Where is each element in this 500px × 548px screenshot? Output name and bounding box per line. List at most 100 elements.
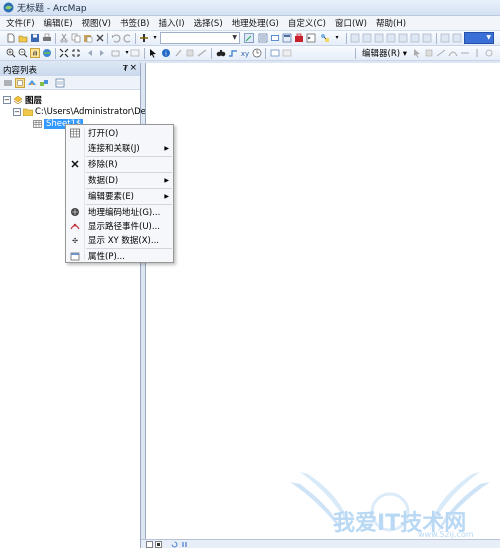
collapse-icon[interactable]: − (3, 95, 11, 104)
menu-edit[interactable]: 编辑(E) (44, 17, 73, 29)
layout-pan-icon[interactable] (410, 33, 420, 43)
open-folder-icon[interactable] (18, 33, 28, 43)
editor-toolbar-icon[interactable] (244, 33, 254, 43)
arctoolbox-icon[interactable] (294, 33, 304, 43)
menu-selection[interactable]: 选择(S) (194, 17, 223, 29)
pan-hand-icon[interactable] (30, 48, 40, 58)
print-icon[interactable] (42, 33, 52, 43)
identify-icon[interactable]: i (161, 48, 171, 58)
select-elements-icon[interactable] (148, 48, 158, 58)
layout-zoom-icon[interactable] (422, 33, 432, 43)
menu-windows[interactable]: 窗口(W) (335, 17, 367, 29)
list-by-visibility-icon[interactable] (27, 78, 37, 88)
clear-selection-icon[interactable] (130, 48, 140, 58)
zoom-out-icon[interactable] (18, 48, 28, 58)
back-extent-icon[interactable] (85, 48, 95, 58)
data-view-icon[interactable] (386, 33, 396, 43)
toc-options-icon[interactable] (55, 78, 65, 88)
create-viewer-icon[interactable] (270, 48, 280, 58)
trace-icon[interactable] (460, 48, 470, 58)
refresh-view-icon[interactable] (171, 541, 178, 548)
chevron-down-icon[interactable]: ▾ (332, 33, 342, 43)
map-scale-combo[interactable]: ▼ (160, 32, 240, 44)
select-by-rect-icon[interactable] (111, 48, 121, 58)
list-by-selection-icon[interactable] (39, 78, 49, 88)
menu-item-data[interactable]: 数据(D) ▶ (66, 173, 173, 187)
redo-icon[interactable] (123, 33, 133, 43)
end-point-arc-icon[interactable] (448, 48, 458, 58)
remove-icon (71, 160, 79, 168)
table-of-contents-icon[interactable] (258, 33, 268, 43)
menu-item-joins-relates[interactable]: 连接和关联(J) ▶ (66, 141, 173, 155)
pause-drawing-icon[interactable] (181, 541, 188, 548)
new-document-icon[interactable] (6, 33, 16, 43)
zoom-in-icon[interactable] (6, 48, 16, 58)
copy-icon[interactable] (71, 33, 81, 43)
submenu-arrow-icon: ▶ (164, 176, 169, 184)
forward-extent-icon[interactable] (97, 48, 107, 58)
time-slider-icon[interactable] (252, 48, 262, 58)
pin-icon[interactable]: ₮ (123, 64, 128, 73)
search-window-icon[interactable] (282, 33, 292, 43)
collapse-icon[interactable]: − (13, 107, 21, 116)
menu-item-properties[interactable]: 属性(P)... (66, 249, 173, 263)
zoom-in-fixed-icon[interactable] (350, 33, 360, 43)
add-data-icon[interactable] (139, 33, 149, 43)
menu-file[interactable]: 文件(F) (6, 17, 35, 29)
hyperlink-icon[interactable] (173, 48, 183, 58)
draw-icon[interactable] (440, 33, 450, 43)
list-by-drawing-order-icon[interactable] (3, 78, 13, 88)
edit-tool-icon[interactable] (412, 48, 422, 58)
menu-item-display-route-events[interactable]: 显示路径事件(U)... (66, 219, 173, 233)
rotate-tool-icon[interactable] (484, 48, 494, 58)
text-icon[interactable] (452, 33, 462, 43)
tree-row-folder[interactable]: − C:\Users\Administrator\De (13, 106, 146, 117)
chevron-down-icon: ▼ (232, 34, 237, 41)
menu-geoprocessing[interactable]: 地理处理(G) (232, 17, 279, 29)
toolbar-separator (211, 48, 212, 59)
tree-row-layers[interactable]: − 图层 (3, 94, 42, 106)
arcmap-app-icon (3, 2, 14, 13)
menu-item-label: 属性(P)... (88, 252, 125, 262)
list-by-source-icon[interactable] (15, 78, 25, 88)
straight-segment-icon[interactable] (436, 48, 446, 58)
menu-item-remove[interactable]: 移除(R) (66, 157, 173, 171)
menu-bookmarks[interactable]: 书签(B) (120, 17, 149, 29)
menu-insert[interactable]: 插入(I) (158, 17, 184, 29)
menu-item-open[interactable]: 打开(O) (66, 126, 173, 140)
refresh-icon[interactable] (398, 33, 408, 43)
layout-view-icon[interactable] (155, 541, 162, 548)
cut-icon[interactable] (59, 33, 69, 43)
menu-item-edit-features[interactable]: 编辑要素(E) ▶ (66, 189, 173, 203)
measure-icon[interactable] (197, 48, 207, 58)
save-icon[interactable] (30, 33, 40, 43)
undo-icon[interactable] (111, 33, 121, 43)
fill-color-picker[interactable]: ▼ (464, 32, 494, 44)
menu-view[interactable]: 视图(V) (82, 17, 111, 29)
model-builder-icon[interactable] (320, 33, 330, 43)
menu-item-geocode-addresses[interactable]: 地理编码地址(G)... (66, 205, 173, 219)
find-route-icon[interactable] (228, 48, 238, 58)
catalog-icon[interactable] (270, 33, 280, 43)
delete-icon[interactable] (95, 33, 105, 43)
paste-icon[interactable] (83, 33, 93, 43)
menu-customize[interactable]: 自定义(C) (288, 17, 326, 29)
edit-annotation-icon[interactable] (424, 48, 434, 58)
swipe-icon[interactable] (282, 48, 292, 58)
add-data-dropdown-icon[interactable]: ▾ (150, 33, 160, 43)
layout-view-icon[interactable] (374, 33, 384, 43)
menu-help[interactable]: 帮助(H) (376, 17, 406, 29)
menu-item-display-xy-data[interactable]: ✣ 显示 XY 数据(X)... (66, 233, 173, 247)
go-to-xy-icon[interactable]: xy (240, 48, 250, 58)
editor-menu-button[interactable]: 编辑器(R) ▾ (362, 47, 407, 59)
fixed-zoom-in-icon[interactable] (59, 48, 69, 58)
find-binoculars-icon[interactable] (216, 48, 226, 58)
close-icon[interactable]: × (129, 63, 137, 73)
split-tool-icon[interactable] (472, 48, 482, 58)
python-window-icon[interactable] (306, 33, 316, 43)
fixed-zoom-out-icon[interactable] (71, 48, 81, 58)
full-extent-icon[interactable] (42, 48, 52, 58)
html-popup-icon[interactable] (185, 48, 195, 58)
zoom-out-fixed-icon[interactable] (362, 33, 372, 43)
data-view-icon[interactable] (146, 541, 153, 548)
